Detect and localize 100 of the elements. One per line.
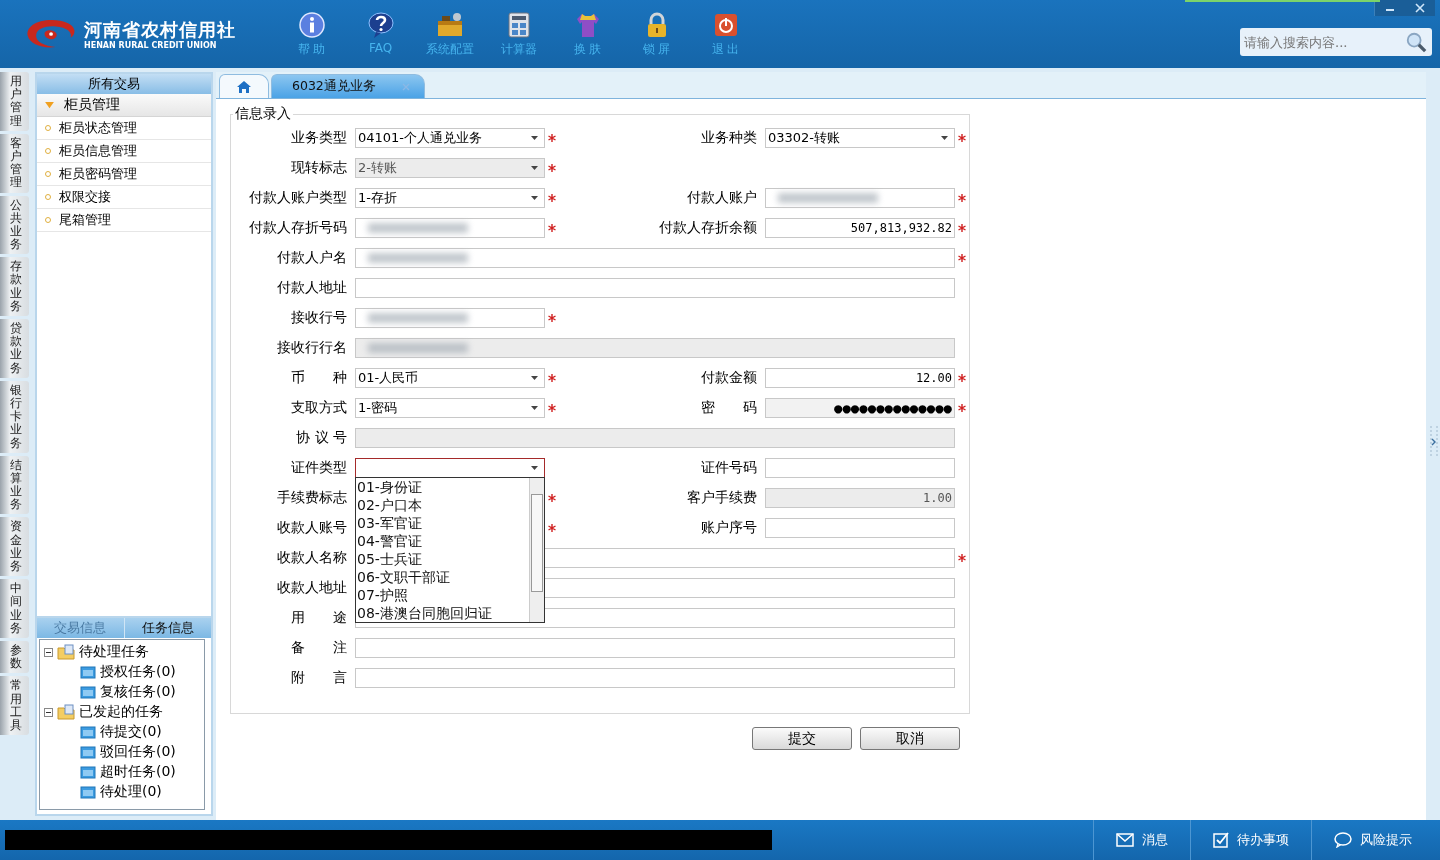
tree-item[interactable]: 已发起的任务 xyxy=(79,703,163,721)
field-label: 业务类型 xyxy=(290,129,348,147)
dropdown[interactable] xyxy=(355,458,545,478)
side-tab[interactable]: 贷款业务 xyxy=(0,319,29,378)
tree-item[interactable]: 授权任务(0) xyxy=(100,663,176,681)
field-label: 现转标志 xyxy=(290,159,348,177)
tree-item[interactable]: 超时任务(0) xyxy=(100,763,176,781)
dropdown-option[interactable]: 02-户口本 xyxy=(356,496,529,514)
menu-item[interactable]: 柜员密码管理 xyxy=(37,163,211,186)
field-label: 账户序号 xyxy=(700,519,758,537)
status-item[interactable]: 待办事项 xyxy=(1190,820,1311,860)
side-tab[interactable]: 公共业务 xyxy=(0,195,29,255)
field-label: 付款人账户 xyxy=(686,189,758,207)
field-label: 付款人账户类型 xyxy=(248,189,348,207)
menu-item[interactable]: 柜员状态管理 xyxy=(37,117,211,140)
side-tab[interactable]: 用户管理 xyxy=(0,72,29,131)
submit-button[interactable]: 提交 xyxy=(752,727,852,750)
field-label: 手续费标志 xyxy=(276,489,348,507)
page-tab[interactable]: 6032通兑业务 xyxy=(271,74,425,98)
cancel-button[interactable]: 取消 xyxy=(860,727,960,750)
field-label: 接收行号 xyxy=(290,309,348,327)
status-item[interactable]: 风险提示 xyxy=(1311,820,1440,860)
dropdown[interactable]: 04101-个人通兑业务 xyxy=(355,128,545,148)
dropdown[interactable]: 1-密码 xyxy=(355,398,545,418)
dropdown[interactable]: 1-存折 xyxy=(355,188,545,208)
field-label: 支取方式 xyxy=(290,399,348,417)
side-tab[interactable]: 结算业务 xyxy=(0,455,29,515)
dropdown-option[interactable]: 07-护照 xyxy=(356,586,529,604)
dropdown-option[interactable]: 04-警官证 xyxy=(356,532,529,550)
page-tab[interactable] xyxy=(219,74,269,98)
folder-icon xyxy=(57,644,75,660)
input-field[interactable] xyxy=(765,518,955,538)
home-icon xyxy=(236,79,252,94)
input-field[interactable]: ●●●●●●●●●●●●●● xyxy=(765,398,955,418)
caret-icon xyxy=(45,101,54,109)
field-label: 收款人名称 xyxy=(276,549,348,567)
collapse-icon[interactable] xyxy=(44,647,53,657)
status-item[interactable]: 消息 xyxy=(1093,820,1190,860)
input-field[interactable]: 507,813,932.82 xyxy=(765,218,955,238)
dropdown-option[interactable]: 08-港澳台同胞回归证 xyxy=(356,604,529,622)
folder-icon xyxy=(80,785,96,799)
field-label: 收款人地址 xyxy=(276,579,348,597)
field-label: 备 注 xyxy=(290,639,348,657)
info-icon[interactable] xyxy=(297,10,326,39)
side-tab[interactable]: 中间业务 xyxy=(0,579,29,638)
input-field[interactable] xyxy=(355,308,545,328)
search-icon[interactable] xyxy=(1405,31,1427,53)
tree-item[interactable]: 待提交(0) xyxy=(100,723,162,741)
side-tab[interactable]: 银行卡业务 xyxy=(0,380,29,453)
input-field[interactable] xyxy=(355,278,955,298)
input-field[interactable] xyxy=(355,218,545,238)
toolbox-icon[interactable] xyxy=(435,10,464,39)
folder-icon xyxy=(80,725,96,739)
dropdown-option[interactable]: 06-文职干部证 xyxy=(356,568,529,586)
input-field[interactable] xyxy=(765,458,955,478)
dropdown-arrow-icon xyxy=(531,376,538,380)
field-label: 付款人存折余额 xyxy=(658,219,758,237)
panel-tab[interactable]: 任务信息 xyxy=(123,618,211,638)
menu-title: 所有交易 xyxy=(37,74,211,94)
dropdown[interactable]: 01-人民币 xyxy=(355,368,545,388)
tree-item[interactable]: 复核任务(0) xyxy=(100,683,176,701)
field-label: 业务种类 xyxy=(700,129,758,147)
input-field[interactable] xyxy=(765,188,955,208)
envelope-icon xyxy=(1116,833,1134,847)
field-label: 币 种 xyxy=(290,369,348,387)
field-label: 收款人账号 xyxy=(276,519,348,537)
help-icon[interactable] xyxy=(366,10,395,39)
menu-group[interactable]: 柜员管理 xyxy=(37,94,211,117)
logo-subtitle: HENAN RURAL CREDIT UNION xyxy=(84,40,218,50)
dropdown[interactable]: 03302-转账 xyxy=(765,128,955,148)
folder-icon xyxy=(80,765,96,779)
dropdown-arrow-icon xyxy=(531,466,538,470)
scrollbar[interactable] xyxy=(529,478,544,622)
tree-item[interactable]: 待处理(0) xyxy=(100,783,162,801)
dropdown-option[interactable]: 01-身份证 xyxy=(356,478,529,496)
input-field[interactable] xyxy=(355,248,955,268)
input-field[interactable] xyxy=(355,668,955,688)
input-field[interactable]: 12.00 xyxy=(765,368,955,388)
side-tab[interactable]: 存款业务 xyxy=(0,257,29,316)
menu-item[interactable]: 尾箱管理 xyxy=(37,209,211,232)
dropdown-option[interactable]: 03-军官证 xyxy=(356,514,529,532)
folder-icon xyxy=(80,685,96,699)
side-tab[interactable]: 客户管理 xyxy=(0,133,29,193)
side-tab[interactable]: 资金业务 xyxy=(0,517,29,577)
input-field[interactable] xyxy=(355,638,955,658)
tree-item[interactable]: 待处理任务 xyxy=(79,643,149,661)
dropdown-option[interactable]: 05-士兵证 xyxy=(356,550,529,568)
search-field[interactable]: 请输入搜索内容... xyxy=(1240,28,1432,56)
side-tab[interactable]: 参数 xyxy=(0,640,29,674)
collapse-icon[interactable] xyxy=(44,707,53,717)
field-label: 付款人地址 xyxy=(276,279,348,297)
folder-icon xyxy=(80,745,96,759)
menu-item[interactable]: 权限交接 xyxy=(37,186,211,209)
tree-item[interactable]: 驳回任务(0) xyxy=(100,743,176,761)
field-label: 付款人存折号码 xyxy=(248,219,348,237)
form-legend: 信息录入 xyxy=(233,105,293,123)
menu-item[interactable]: 柜员信息管理 xyxy=(37,140,211,163)
field-label: 客户手续费 xyxy=(686,489,758,507)
side-tab[interactable]: 常用工具 xyxy=(0,676,29,736)
checkbox-icon xyxy=(1213,832,1229,848)
